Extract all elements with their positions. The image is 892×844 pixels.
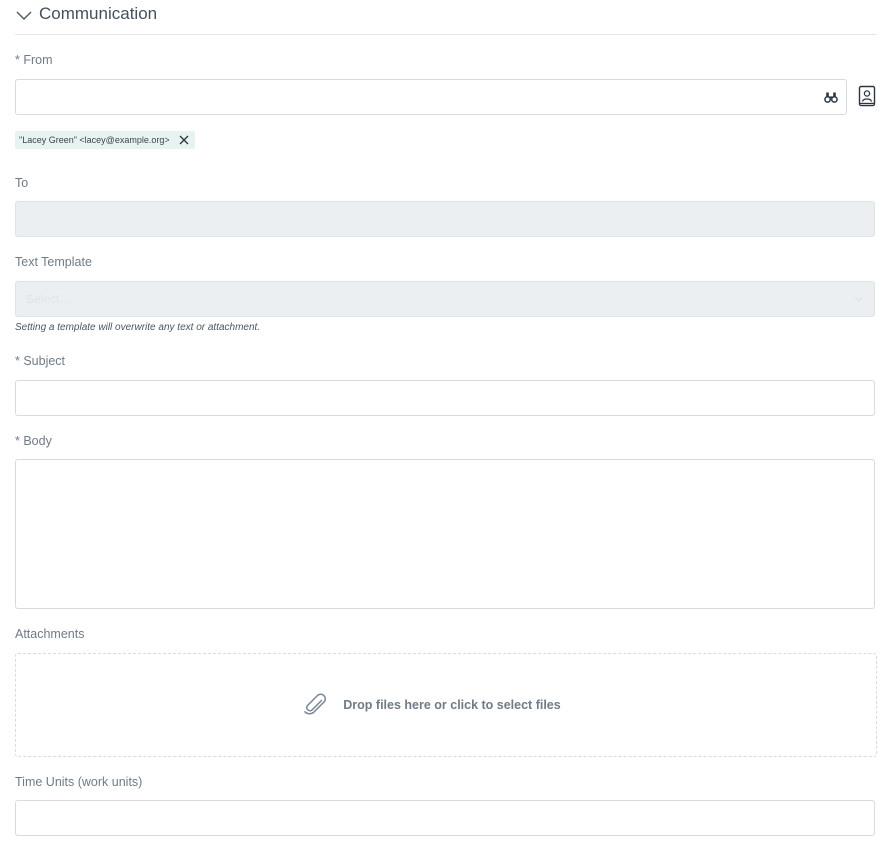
subject-label: * Subject [15,354,66,368]
section-title: Communication [39,4,158,23]
body-editor[interactable] [15,459,875,609]
communication-section-header[interactable]: Communication [15,0,877,35]
communication-form: Communication * From "Lacey Green" <lace… [0,0,892,844]
to-label: To [15,176,29,190]
recipient-chip-label: "Lacey Green" <lacey@example.org> [19,135,170,145]
subject-input[interactable] [15,380,875,416]
chevron-down-icon [16,11,32,20]
attachments-label: Attachments [15,627,85,641]
from-recipient-chip: "Lacey Green" <lacey@example.org> [15,131,195,149]
binoculars-icon[interactable] [824,90,838,104]
attachments-dropzone[interactable]: Drop files here or click to select files [15,653,877,757]
body-label: * Body [15,434,52,448]
address-book-icon[interactable] [857,85,877,107]
paperclip-icon [304,693,327,715]
text-template-select: Select... [15,281,875,317]
from-input[interactable] [15,79,847,115]
time-units-label: Time Units (work units) [15,775,143,789]
text-template-hint: Setting a template will overwrite any te… [15,322,261,333]
text-template-label: Text Template [15,255,92,269]
text-template-placeholder: Select... [26,292,70,306]
from-label: * From [15,53,53,67]
to-input [15,201,875,237]
chevron-down-icon [854,296,864,302]
dropzone-text: Drop files here or click to select files [343,698,561,712]
close-icon[interactable] [179,135,189,145]
time-units-input[interactable] [15,800,875,836]
